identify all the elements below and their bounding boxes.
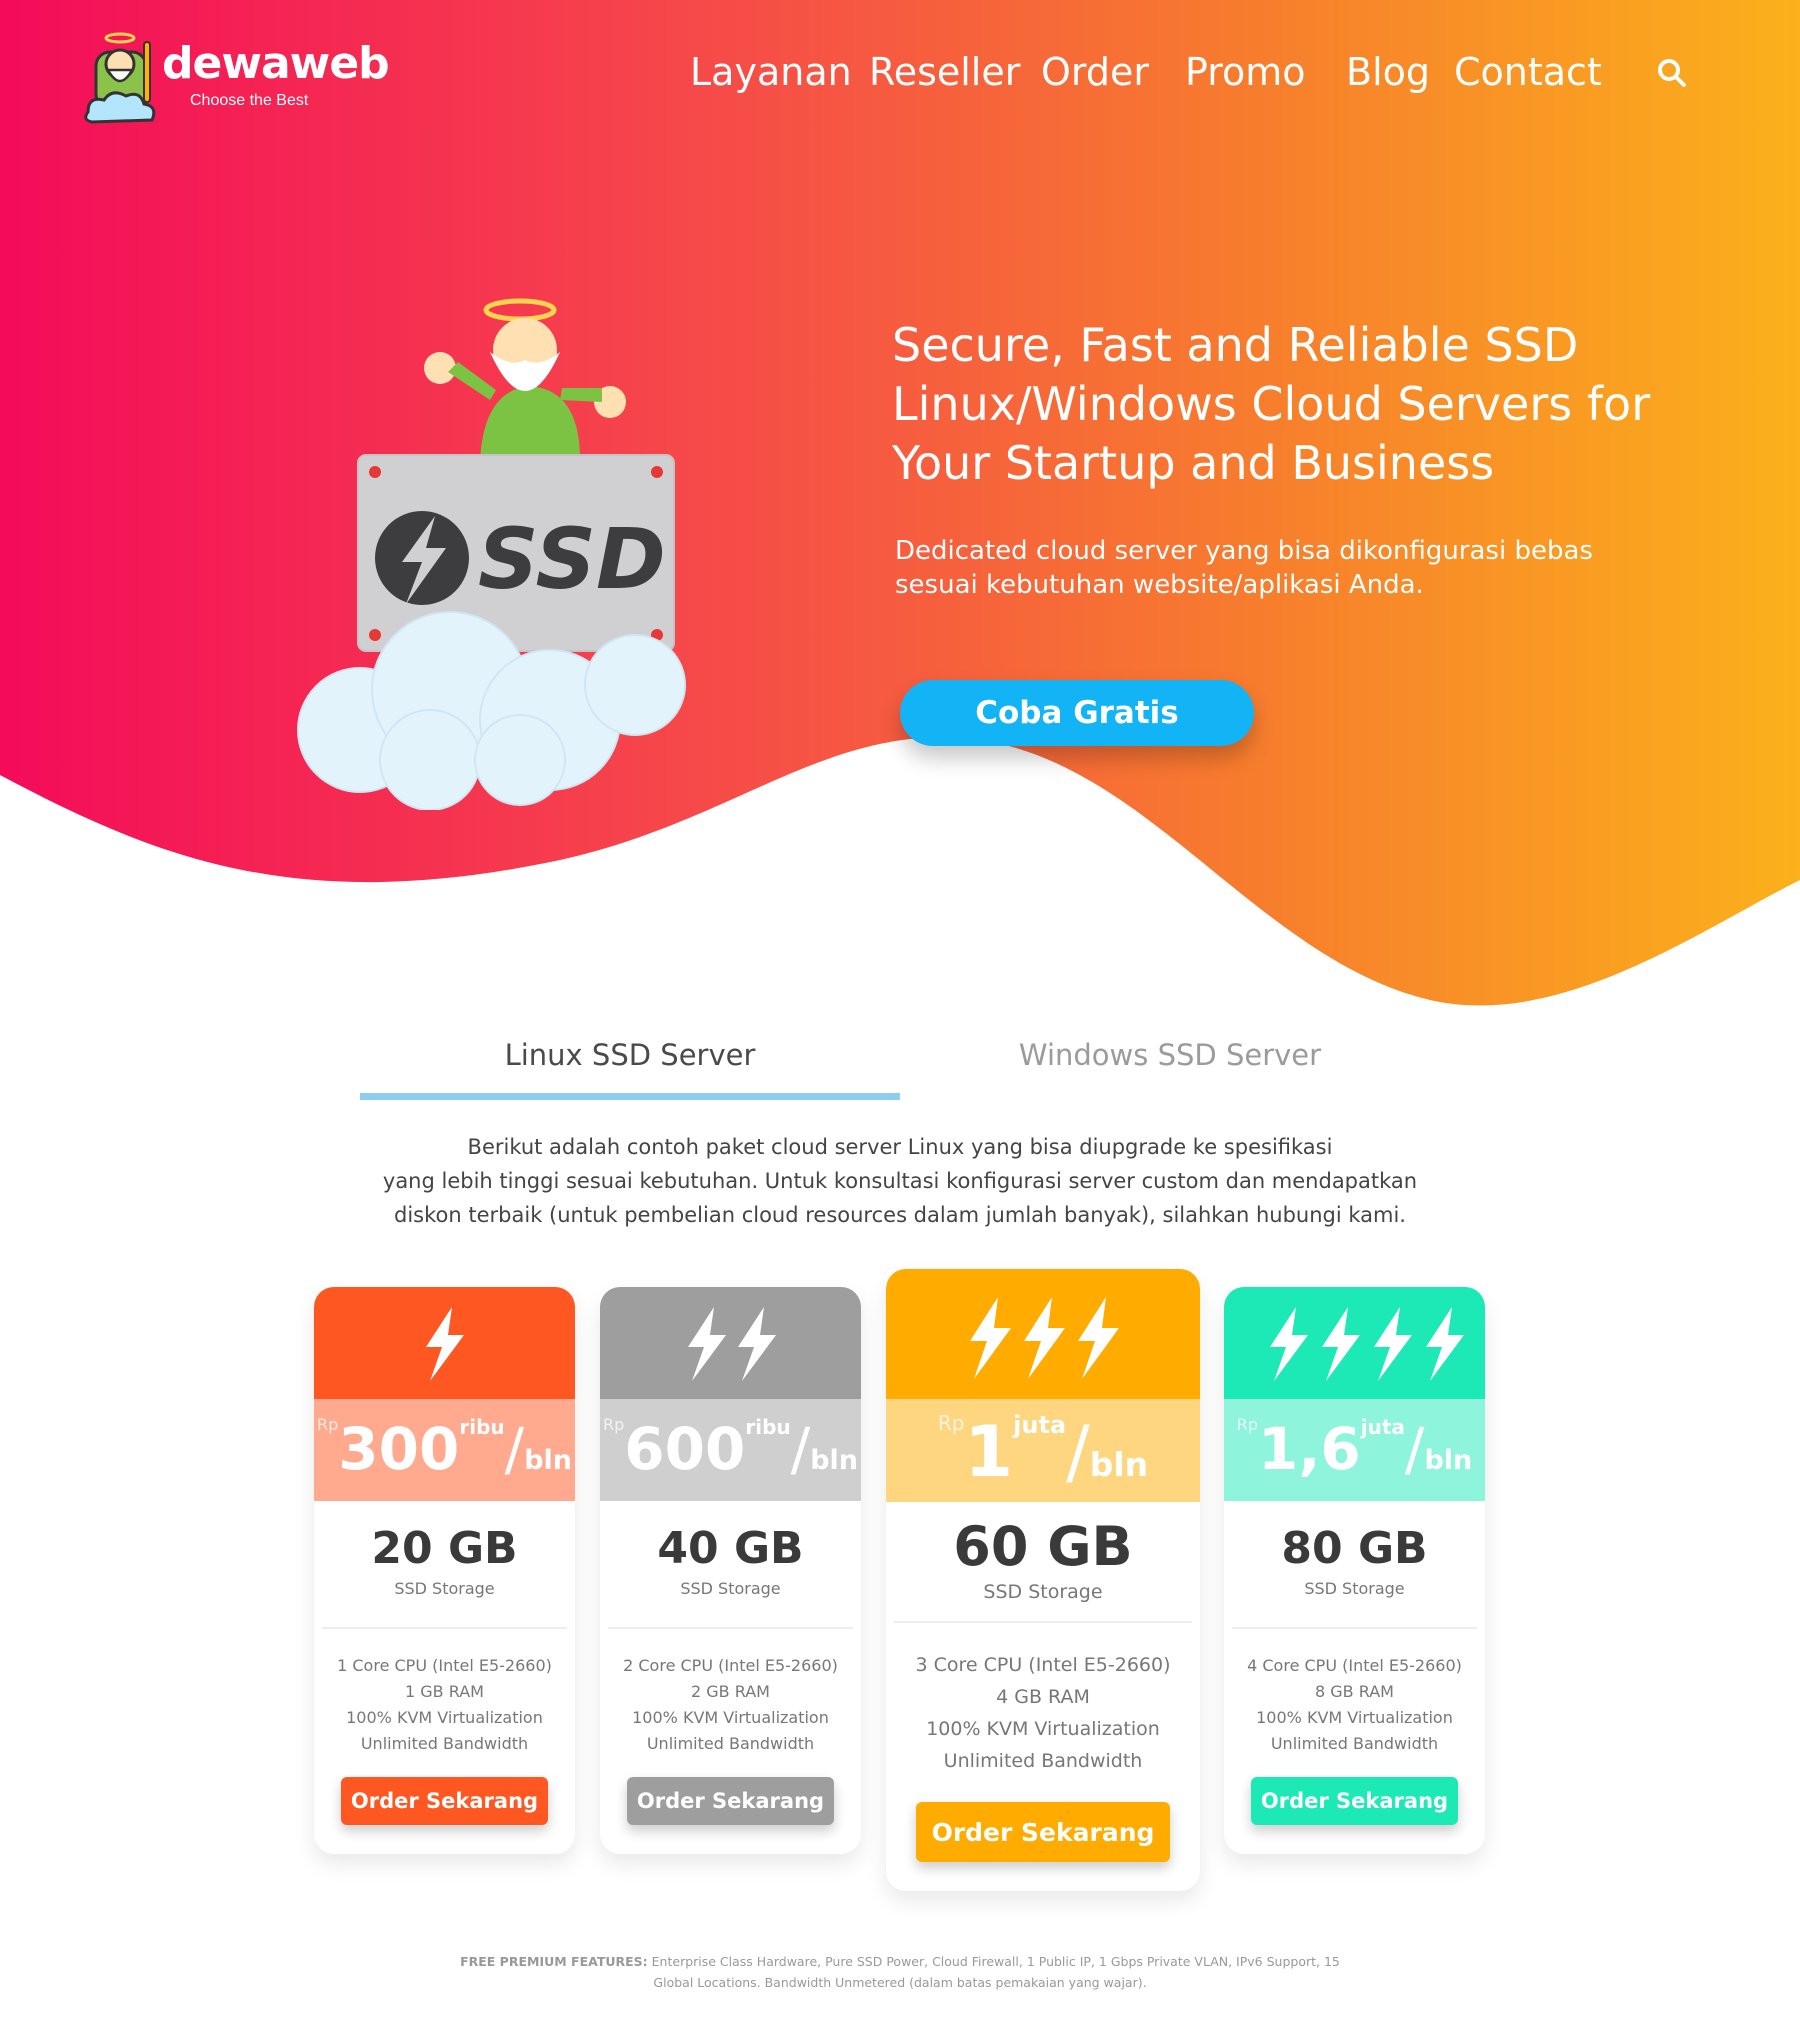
nav-item-blog[interactable]: Blog	[1346, 50, 1430, 94]
plan-card-60gb: Rp1juta/bln 60 GB SSD Storage 3 Core CPU…	[886, 1269, 1200, 1891]
premium-features-text: Enterprise Class Hardware, Pure SSD Powe…	[651, 1954, 1340, 1990]
hero-title: Secure, Fast and Reliable SSD Linux/Wind…	[892, 318, 1651, 490]
feature-item: Unlimited Bandwidth	[1270, 1734, 1439, 1753]
plan-price-band: Rp300ribu/bln	[314, 1399, 575, 1501]
premium-features-label: FREE PREMIUM FEATURES:	[460, 1954, 648, 1969]
price-currency: Rp	[1236, 1415, 1258, 1434]
lightning-bolts-icon	[1270, 1307, 1464, 1381]
feature-item: 4 Core CPU (Intel E5-2660)	[1247, 1656, 1462, 1675]
ssd-badge-text: SSD	[478, 510, 666, 608]
card-divider	[1232, 1627, 1477, 1629]
premium-features-note: FREE PREMIUM FEATURES: Enterprise Class …	[450, 1951, 1350, 1993]
plan-features: 2 Core CPU (Intel E5-2660) 2 GB RAM 100%…	[600, 1653, 861, 1757]
feature-item: 2 Core CPU (Intel E5-2660)	[623, 1656, 838, 1675]
intro-text: Berikut adalah contoh paket cloud server…	[340, 1130, 1460, 1232]
nav-item-contact[interactable]: Contact	[1454, 50, 1602, 94]
price-amount: 600	[624, 1415, 746, 1483]
plan-storage: 40 GB	[657, 1523, 804, 1574]
plan-card-80gb: Rp1,6juta/bln 80 GB SSD Storage 4 Core C…	[1224, 1287, 1485, 1854]
hero-subtitle: Dedicated cloud server yang bisa dikonfi…	[895, 536, 1593, 600]
price-amount: 1,6	[1258, 1415, 1361, 1483]
plan-price-band: Rp1juta/bln	[886, 1399, 1200, 1502]
feature-item: 1 Core CPU (Intel E5-2660)	[337, 1656, 552, 1675]
plan-features: 4 Core CPU (Intel E5-2660) 8 GB RAM 100%…	[1224, 1653, 1485, 1757]
hero-wave-shape	[0, 737, 1800, 1012]
plan-storage-label: SSD Storage	[394, 1579, 495, 1598]
feature-item: 8 GB RAM	[1315, 1682, 1394, 1701]
plan-storage: 20 GB	[371, 1523, 518, 1574]
price-unit: ribu	[745, 1415, 791, 1439]
intro-line: Berikut adalah contoh paket cloud server…	[467, 1135, 1333, 1159]
price-amount: 300	[338, 1415, 460, 1483]
price-currency: Rp	[603, 1415, 625, 1434]
feature-item: Unlimited Bandwidth	[360, 1734, 529, 1753]
price-unit: juta	[1360, 1415, 1405, 1439]
plan-storage: 80 GB	[1281, 1523, 1428, 1574]
card-divider	[322, 1627, 567, 1629]
plan-card-header	[886, 1269, 1200, 1399]
plan-features: 1 Core CPU (Intel E5-2660) 1 GB RAM 100%…	[314, 1653, 575, 1757]
nav-item-layanan[interactable]: Layanan	[690, 50, 852, 94]
feature-item: 3 Core CPU (Intel E5-2660)	[915, 1654, 1171, 1676]
feature-item: 1 GB RAM	[405, 1682, 484, 1701]
feature-item: 100% KVM Virtualization	[632, 1708, 829, 1727]
tab-windows-ssd-server[interactable]: Windows SSD Server	[900, 1038, 1440, 1072]
price-currency: Rp	[317, 1415, 339, 1434]
price-amount: 1	[964, 1411, 1014, 1493]
feature-item: 100% KVM Virtualization	[346, 1708, 543, 1727]
feature-item: 2 GB RAM	[691, 1682, 770, 1701]
order-now-button[interactable]: Order Sekarang	[1251, 1777, 1458, 1825]
card-divider	[608, 1627, 853, 1629]
plan-storage-label: SSD Storage	[983, 1581, 1103, 1603]
intro-line: diskon terbaik (untuk pembelian cloud re…	[394, 1203, 1406, 1227]
plan-storage: 60 GB	[953, 1515, 1133, 1578]
plan-storage-label: SSD Storage	[680, 1579, 781, 1598]
price-period: bln	[810, 1445, 858, 1476]
plan-price-band: Rp600ribu/bln	[600, 1399, 861, 1501]
price-unit: ribu	[459, 1415, 505, 1439]
nav-item-promo[interactable]: Promo	[1185, 50, 1306, 94]
price-period: bln	[1424, 1445, 1473, 1476]
plan-price-band: Rp1,6juta/bln	[1224, 1399, 1485, 1501]
plan-features: 3 Core CPU (Intel E5-2660) 4 GB RAM 100%…	[886, 1649, 1200, 1777]
lightning-bolts-icon	[426, 1307, 464, 1381]
price-currency: Rp	[937, 1411, 965, 1435]
intro-line: yang lebih tinggi sesuai kebutuhan. Untu…	[382, 1169, 1418, 1193]
plan-price: Rp1,6juta/bln	[1236, 1415, 1473, 1483]
feature-item: 4 GB RAM	[996, 1686, 1090, 1708]
nav-item-reseller[interactable]: Reseller	[869, 50, 1020, 94]
price-unit: juta	[1013, 1411, 1067, 1439]
try-free-button[interactable]: Coba Gratis	[900, 680, 1254, 746]
feature-item: 100% KVM Virtualization	[1256, 1708, 1453, 1727]
search-icon[interactable]	[1656, 57, 1688, 89]
plan-price: Rp600ribu/bln	[603, 1415, 858, 1483]
tab-linux-ssd-server[interactable]: Linux SSD Server	[360, 1038, 900, 1072]
main-nav: Layanan Reseller Order Promo Blog Contac…	[0, 50, 1800, 104]
order-now-button[interactable]: Order Sekarang	[627, 1777, 834, 1825]
ssd-mascot-illustration: SSD	[297, 298, 686, 810]
card-divider	[894, 1621, 1192, 1623]
price-period: bln	[524, 1445, 572, 1476]
plan-price: Rp300ribu/bln	[317, 1415, 572, 1483]
hero-section: dewaweb Choose the Best Layanan Reseller…	[0, 0, 1800, 1012]
plan-card-header	[314, 1287, 575, 1399]
lightning-bolts-icon	[688, 1307, 776, 1381]
price-period: bln	[1089, 1445, 1149, 1484]
plan-card-20gb: Rp300ribu/bln 20 GB SSD Storage 1 Core C…	[314, 1287, 575, 1854]
plan-price: Rp1juta/bln	[937, 1411, 1149, 1493]
feature-item: 100% KVM Virtualization	[926, 1718, 1160, 1740]
feature-item: Unlimited Bandwidth	[646, 1734, 815, 1753]
plan-card-40gb: Rp600ribu/bln 40 GB SSD Storage 2 Core C…	[600, 1287, 861, 1854]
plan-card-header	[600, 1287, 861, 1399]
order-now-button[interactable]: Order Sekarang	[341, 1777, 548, 1825]
plan-card-header	[1224, 1287, 1485, 1399]
plan-storage-label: SSD Storage	[1304, 1579, 1405, 1598]
order-now-button[interactable]: Order Sekarang	[916, 1802, 1170, 1862]
active-tab-indicator	[360, 1093, 900, 1100]
nav-item-order[interactable]: Order	[1041, 50, 1149, 94]
lightning-bolts-icon	[970, 1297, 1119, 1379]
feature-item: Unlimited Bandwidth	[943, 1750, 1143, 1772]
